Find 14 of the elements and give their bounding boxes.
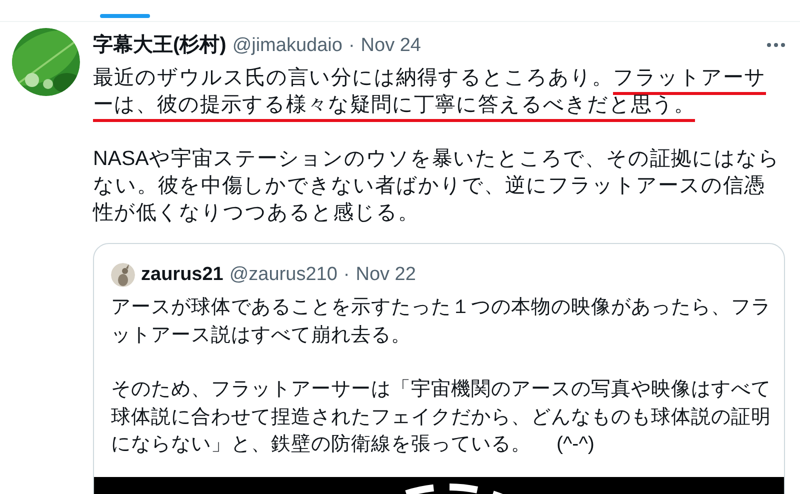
separator-dot: ·	[348, 34, 355, 58]
post-date[interactable]: Nov 24	[360, 32, 421, 60]
separator-dot: ·	[343, 262, 350, 286]
post-date[interactable]: Nov 22	[356, 260, 416, 289]
user-handle: @zaurus210	[229, 262, 338, 286]
post-text: NASAや宇宙ステーションのウソを暴いたところで、その証拠にはならない。彼を中傷しかできない者ばかりで、逆にフラットアースの信憑性が低くなりつつあると感じる。	[93, 146, 781, 226]
quoted-post-text: そのため、フラットアーサーは「宇宙機関のアースの写真や映像はすべて球体説に合わせて捏造されたフェイクだから、どんなものも球体説の証明にならない」と、鉄壁の防衛線を張っている。 (^-^)	[111, 377, 772, 457]
display-name[interactable]: 字幕大王(杉村)	[93, 30, 226, 60]
quoted-post-card[interactable]: zaurus21 @zaurus210 · Nov 22 アースが球体であることを示すたった１つの本物の映像があったら、フラットアース説はすべて崩れ去る。 そのため、フラットアーサーは「宇宙機関のアースの写真や映像はすべて球体説に合わせて捏造されたフェイクだから、どんなものも球体説の証明にならない」と、鉄壁の防衛線を張っている。 (^-^)	[93, 242, 785, 494]
user-handle: @jimakudaio	[232, 34, 342, 58]
tab-indicator	[100, 14, 150, 18]
more-icon[interactable]	[766, 42, 786, 48]
quoted-post-text: アースが球体であることを示すたった１つの本物の映像があったら、フラットアース説はすべて崩れ去る。	[111, 295, 772, 348]
display-name[interactable]: zaurus21	[141, 260, 224, 289]
